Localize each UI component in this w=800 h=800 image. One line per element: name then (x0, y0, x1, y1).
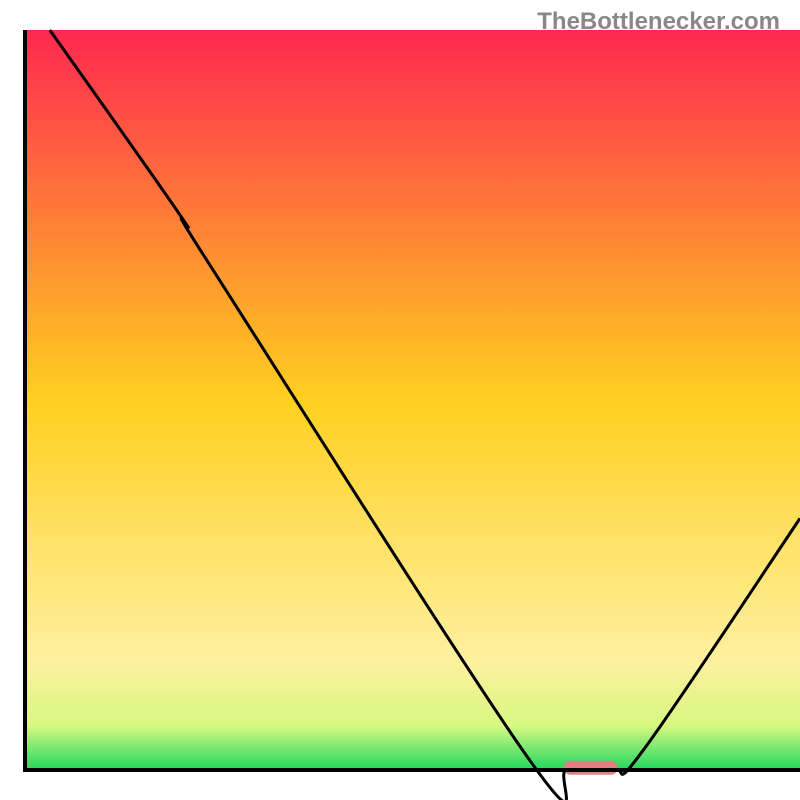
optimal-marker (564, 761, 618, 775)
watermark-text: TheBottlenecker.com (537, 8, 780, 36)
gradient-background (25, 30, 800, 770)
bottleneck-chart (0, 0, 800, 800)
chart-container: TheBottlenecker.com (0, 0, 800, 800)
